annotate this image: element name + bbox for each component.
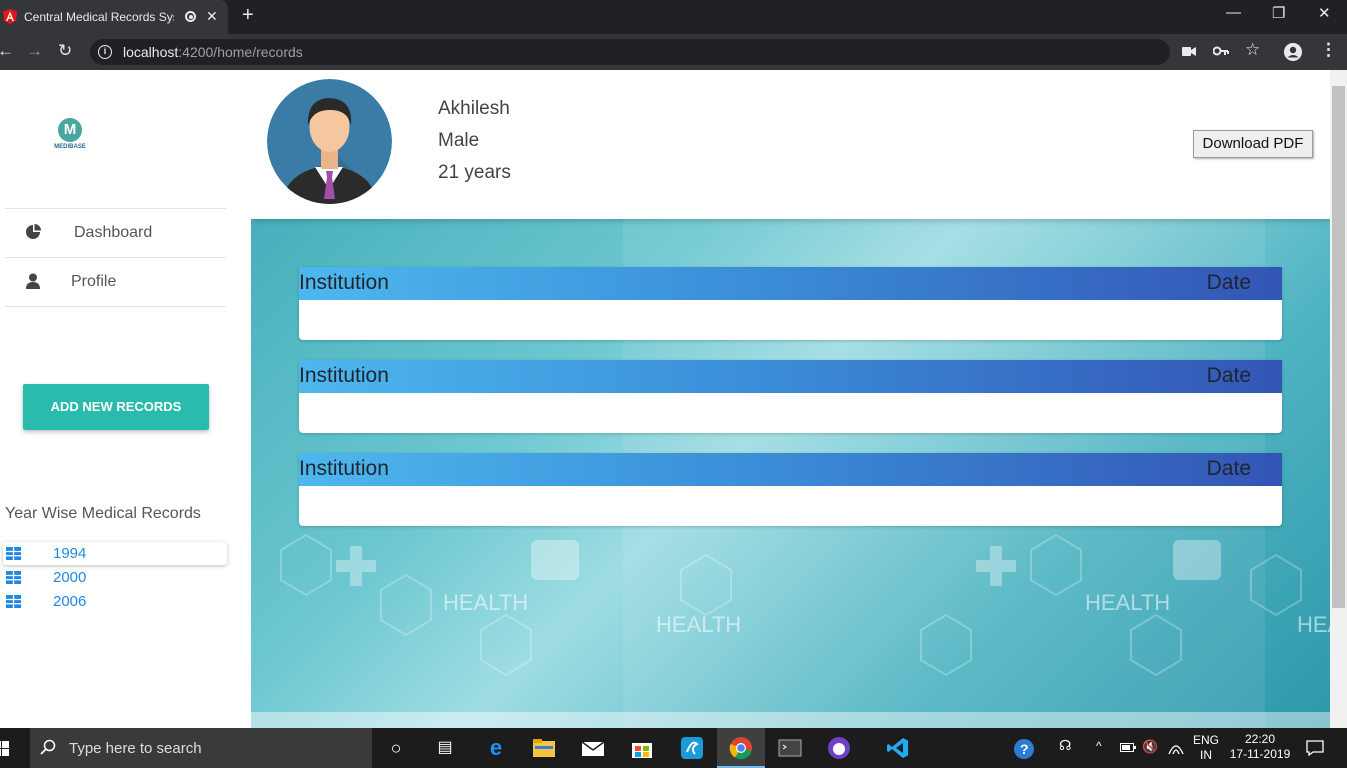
chrome-icon <box>729 737 752 760</box>
lang-line2: IN <box>1200 748 1212 762</box>
taskbar-search[interactable]: Type here to search <box>30 728 372 768</box>
browser-tab[interactable]: Central Medical Records System ✕ <box>0 0 228 34</box>
camera-icon[interactable] <box>1182 46 1196 57</box>
clock-date: 17-11-2019 <box>1229 747 1291 761</box>
forward-icon[interactable]: → <box>26 41 43 61</box>
info-icon[interactable]: i <box>98 45 112 59</box>
windows-taskbar: Type here to search ○ ▤ e ? ☊ ^ 🔇 ENG IN… <box>0 728 1347 768</box>
record-card-header: Institution Date <box>299 453 1282 486</box>
tab-title: Central Medical Records System <box>24 10 174 24</box>
app-blue-icon[interactable] <box>680 736 704 760</box>
patient-name: Akhilesh <box>438 98 510 119</box>
restore-icon[interactable]: ❐ <box>1272 4 1285 22</box>
minimize-icon[interactable]: — <box>1226 4 1241 21</box>
windows-start-icon[interactable] <box>0 741 10 756</box>
year-item-2000[interactable]: 2000 <box>3 566 227 589</box>
terminal-icon[interactable] <box>778 736 802 760</box>
sidebar-item-dashboard[interactable]: Dashboard <box>5 208 226 257</box>
chrome-taskbar-item[interactable] <box>717 728 765 768</box>
address-bar-row: ← → ↻ i localhost:4200/home/records ☆ ⋮ <box>0 34 1347 70</box>
notifications-icon[interactable] <box>1306 740 1324 756</box>
table-icon <box>6 571 21 584</box>
file-explorer-icon[interactable] <box>532 736 556 760</box>
svg-text:HEALTH: HEALTH <box>443 590 528 615</box>
new-tab-icon[interactable]: + <box>242 4 254 27</box>
year-item-1994[interactable]: 1994 <box>3 542 227 565</box>
sidebar-divider <box>5 306 226 307</box>
logo-letter: M <box>58 118 82 142</box>
download-pdf-button[interactable]: Download PDF <box>1193 130 1313 158</box>
pie-chart-icon <box>26 224 41 239</box>
tray-chevron-icon[interactable]: ^ <box>1096 739 1102 754</box>
logo-text: MEDIBASE <box>54 144 86 150</box>
year-label: 1994 <box>53 545 87 562</box>
record-institution: Institution <box>299 364 389 387</box>
recording-indicator-icon <box>185 11 196 22</box>
bookmark-star-icon[interactable]: ☆ <box>1245 40 1260 60</box>
mail-icon[interactable] <box>581 736 605 760</box>
record-card-header: Institution Date <box>299 267 1282 300</box>
table-icon <box>6 595 21 608</box>
back-icon[interactable]: ← <box>0 41 14 61</box>
cortana-icon[interactable]: ○ <box>384 736 408 760</box>
help-icon[interactable]: ? <box>1013 738 1035 760</box>
github-desktop-icon[interactable] <box>827 736 851 760</box>
store-icon[interactable] <box>630 736 654 760</box>
reload-icon[interactable]: ↻ <box>58 41 72 61</box>
url-text: localhost:4200/home/records <box>123 44 303 60</box>
scrollbar-thumb[interactable] <box>1332 86 1345 608</box>
patient-age: 21 years <box>438 162 511 183</box>
svg-text:HEA: HEA <box>1297 612 1330 637</box>
system-clock[interactable]: 22:20 17-11-2019 <box>1224 732 1296 762</box>
record-institution: Institution <box>299 271 389 294</box>
clock-time: 22:20 <box>1244 732 1276 746</box>
year-label: 2000 <box>53 569 87 586</box>
language-indicator[interactable]: ENG IN <box>1191 733 1221 763</box>
record-card[interactable]: Institution Date <box>299 267 1282 340</box>
people-icon[interactable]: ☊ <box>1059 738 1071 753</box>
page-scrollbar[interactable] <box>1330 70 1347 728</box>
record-date: Date <box>1206 457 1251 480</box>
svg-text:?: ? <box>1020 741 1029 757</box>
account-icon[interactable] <box>1284 43 1302 61</box>
search-icon <box>40 739 56 755</box>
tab-close-icon[interactable]: ✕ <box>206 8 218 25</box>
year-label: 2006 <box>53 593 87 610</box>
record-date: Date <box>1206 364 1251 387</box>
patient-header: Akhilesh Male 21 years Download PDF <box>251 70 1330 219</box>
main-content: HEALTH HEALTH HEALTH HEA Akhilesh Male <box>251 70 1330 728</box>
patient-gender: Male <box>438 130 480 151</box>
sidebar-item-label: Dashboard <box>74 224 153 241</box>
wifi-icon[interactable] <box>1168 741 1184 755</box>
record-card-header: Institution Date <box>299 360 1282 393</box>
user-avatar-icon <box>267 79 392 204</box>
record-date: Date <box>1206 271 1251 294</box>
record-institution: Institution <box>299 457 389 480</box>
year-wise-records-title: Year Wise Medical Records <box>5 505 201 522</box>
edge-icon[interactable]: e <box>484 736 508 760</box>
record-card[interactable]: Institution Date <box>299 360 1282 433</box>
table-icon <box>6 547 21 560</box>
volume-muted-icon[interactable]: 🔇 <box>1142 739 1158 754</box>
browser-tab-bar: Central Medical Records System ✕ + — ❐ ✕ <box>0 0 1347 34</box>
sidebar-item-label: Profile <box>71 273 117 290</box>
record-card[interactable]: Institution Date <box>299 453 1282 526</box>
window-close-icon[interactable]: ✕ <box>1318 4 1331 22</box>
battery-icon[interactable] <box>1120 743 1136 752</box>
lang-line1: ENG <box>1192 733 1219 747</box>
menu-icon[interactable]: ⋮ <box>1320 40 1337 60</box>
sidebar-item-profile[interactable]: Profile <box>5 257 226 306</box>
patient-avatar <box>267 79 392 204</box>
sidebar: M MEDIBASE Dashboard Profile ADD NEW REC… <box>0 70 251 728</box>
address-bar[interactable]: i localhost:4200/home/records <box>90 39 1170 65</box>
vscode-icon[interactable] <box>886 736 910 760</box>
year-item-2006[interactable]: 2006 <box>3 590 227 613</box>
angular-icon <box>3 9 17 24</box>
task-view-icon[interactable]: ▤ <box>433 736 457 760</box>
search-placeholder: Type here to search <box>69 740 202 757</box>
app-logo[interactable]: M MEDIBASE <box>54 118 86 154</box>
key-icon[interactable] <box>1213 45 1229 57</box>
add-new-records-button[interactable]: ADD NEW RECORDS <box>23 384 209 430</box>
person-icon <box>26 273 40 289</box>
